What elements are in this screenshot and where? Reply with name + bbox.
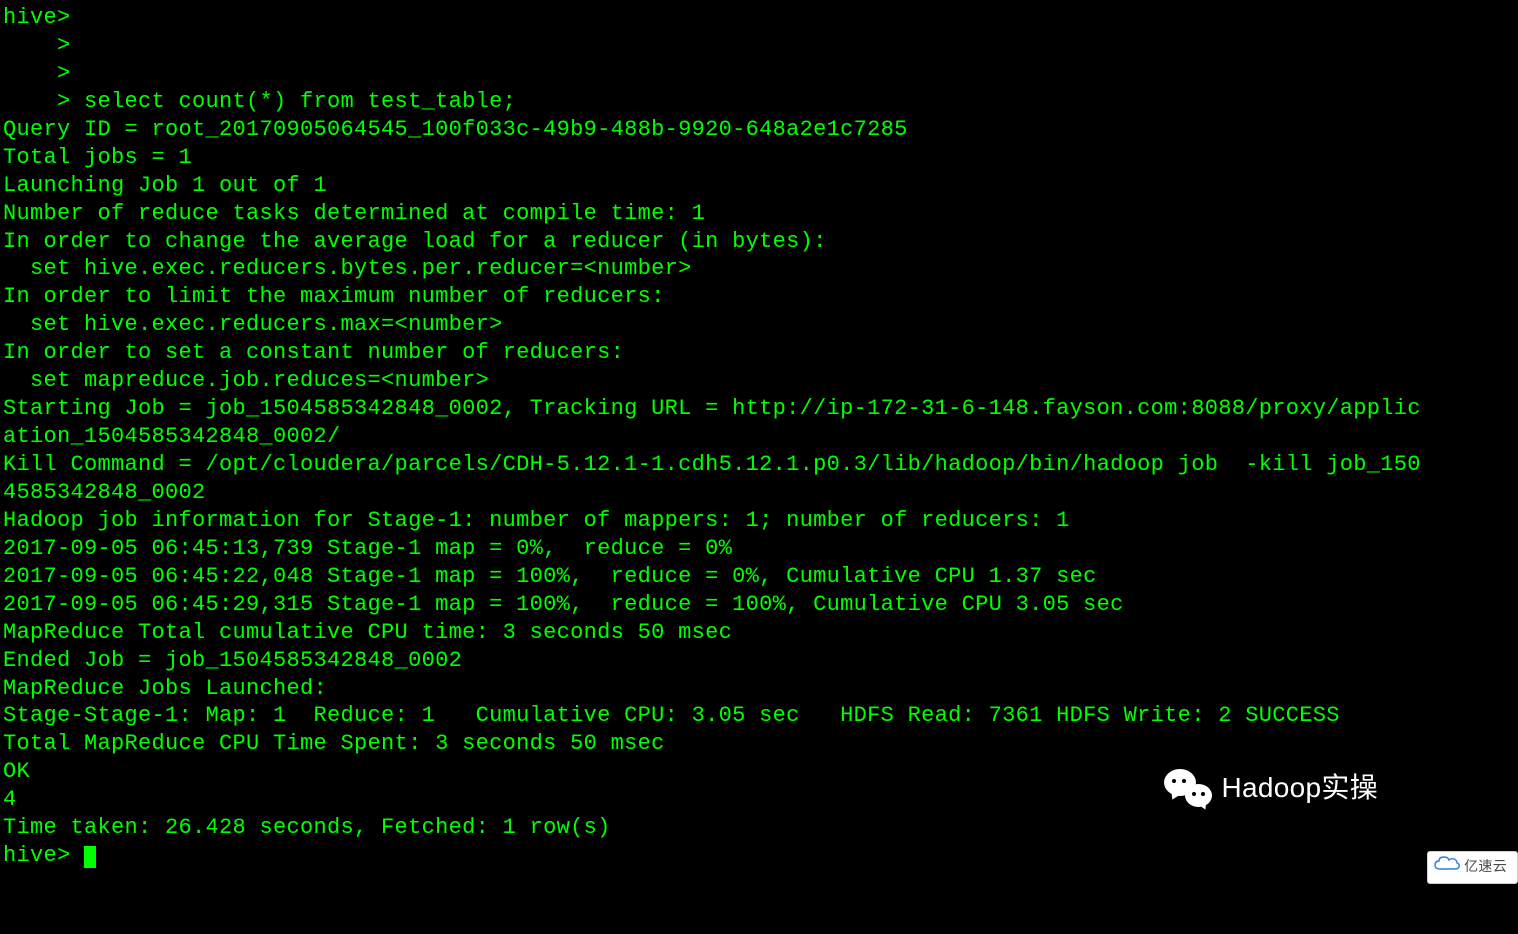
- output-line: ation_1504585342848_0002/: [3, 423, 1515, 451]
- cursor-icon: [84, 846, 96, 868]
- output-line: 4585342848_0002: [3, 479, 1515, 507]
- output-line: MapReduce Jobs Launched:: [3, 675, 1515, 703]
- output-line: 2017-09-05 06:45:22,048 Stage-1 map = 10…: [3, 563, 1515, 591]
- terminal-output[interactable]: hive> > > > select count(*) from test_ta…: [3, 4, 1515, 870]
- output-line: In order to limit the maximum number of …: [3, 283, 1515, 311]
- output-line: set hive.exec.reducers.bytes.per.reducer…: [3, 255, 1515, 283]
- output-line: Kill Command = /opt/cloudera/parcels/CDH…: [3, 451, 1515, 479]
- output-line: In order to set a constant number of red…: [3, 339, 1515, 367]
- output-line: hive>: [3, 4, 1515, 32]
- wechat-icon: [1164, 767, 1212, 809]
- output-line: set mapreduce.job.reduces=<number>: [3, 367, 1515, 395]
- output-line: In order to change the average load for …: [3, 228, 1515, 256]
- output-line: Stage-Stage-1: Map: 1 Reduce: 1 Cumulati…: [3, 702, 1515, 730]
- output-line: Starting Job = job_1504585342848_0002, T…: [3, 395, 1515, 423]
- output-line: Total jobs = 1: [3, 144, 1515, 172]
- output-line: >: [3, 32, 1515, 60]
- wechat-watermark-text: Hadoop实操: [1222, 770, 1378, 806]
- yisu-watermark: 亿速云: [1427, 851, 1518, 884]
- output-line: Query ID = root_20170905064545_100f033c-…: [3, 116, 1515, 144]
- output-line: Launching Job 1 out of 1: [3, 172, 1515, 200]
- output-line: Hadoop job information for Stage-1: numb…: [3, 507, 1515, 535]
- output-line: Total MapReduce CPU Time Spent: 3 second…: [3, 730, 1515, 758]
- cloud-icon: [1434, 855, 1460, 880]
- wechat-watermark: Hadoop实操: [1164, 767, 1378, 809]
- prompt-line[interactable]: hive>: [3, 842, 1515, 870]
- output-line: Number of reduce tasks determined at com…: [3, 200, 1515, 228]
- output-line: >: [3, 60, 1515, 88]
- output-line: 2017-09-05 06:45:13,739 Stage-1 map = 0%…: [3, 535, 1515, 563]
- output-line: 2017-09-05 06:45:29,315 Stage-1 map = 10…: [3, 591, 1515, 619]
- output-line: > select count(*) from test_table;: [3, 88, 1515, 116]
- output-line: Time taken: 26.428 seconds, Fetched: 1 r…: [3, 814, 1515, 842]
- prompt-text: hive>: [3, 843, 84, 868]
- output-line: set hive.exec.reducers.max=<number>: [3, 311, 1515, 339]
- output-line: MapReduce Total cumulative CPU time: 3 s…: [3, 619, 1515, 647]
- yisu-watermark-text: 亿速云: [1464, 858, 1507, 876]
- output-line: Ended Job = job_1504585342848_0002: [3, 647, 1515, 675]
